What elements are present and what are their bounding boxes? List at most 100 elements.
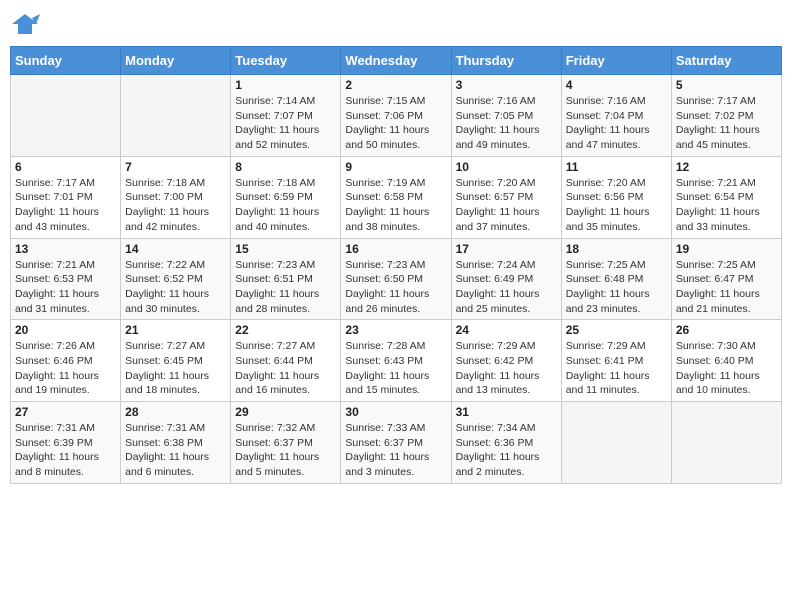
cell-day-number: 25: [566, 323, 667, 337]
cell-day-number: 20: [15, 323, 116, 337]
calendar-header-row: SundayMondayTuesdayWednesdayThursdayFrid…: [11, 47, 782, 75]
cell-info: Sunrise: 7:25 AMSunset: 6:48 PMDaylight:…: [566, 258, 667, 317]
cell-info: Sunrise: 7:18 AMSunset: 6:59 PMDaylight:…: [235, 176, 336, 235]
calendar-cell: 11 Sunrise: 7:20 AMSunset: 6:56 PMDayligh…: [561, 156, 671, 238]
calendar-week-2: 13 Sunrise: 7:21 AMSunset: 6:53 PMDayligh…: [11, 238, 782, 320]
calendar-cell: 29Sunrise: 7:32 AMSunset: 6:37 PMDayligh…: [231, 402, 341, 484]
calendar-cell: 10Sunrise: 7:20 AMSunset: 6:57 PMDayligh…: [451, 156, 561, 238]
cell-info: Sunrise: 7:31 AMSunset: 6:38 PMDaylight:…: [125, 421, 226, 480]
calendar-cell: 3 Sunrise: 7:16 AMSunset: 7:05 PMDaylight…: [451, 75, 561, 157]
cell-day-number: 19: [676, 242, 777, 256]
page-header: [10, 10, 782, 38]
cell-day-number: 17: [456, 242, 557, 256]
cell-info: Sunrise: 7:33 AMSunset: 6:37 PMDaylight:…: [345, 421, 446, 480]
calendar-cell: 13 Sunrise: 7:21 AMSunset: 6:53 PMDayligh…: [11, 238, 121, 320]
logo-icon: [10, 10, 40, 38]
cell-day-number: 26: [676, 323, 777, 337]
cell-info: Sunrise: 7:27 AMSunset: 6:44 PMDaylight:…: [235, 339, 336, 398]
calendar-cell: [11, 75, 121, 157]
calendar-cell: [121, 75, 231, 157]
calendar-cell: 14 Sunrise: 7:22 AMSunset: 6:52 PMDayligh…: [121, 238, 231, 320]
cell-info: Sunrise: 7:30 AMSunset: 6:40 PMDaylight:…: [676, 339, 777, 398]
calendar-cell: 24 Sunrise: 7:29 AMSunset: 6:42 PMDayligh…: [451, 320, 561, 402]
cell-info: Sunrise: 7:16 AMSunset: 7:04 PMDaylight:…: [566, 94, 667, 153]
calendar-cell: 31 Sunrise: 7:34 AMSunset: 6:36 PMDayligh…: [451, 402, 561, 484]
cell-day-number: 27: [15, 405, 116, 419]
calendar-cell: 4 Sunrise: 7:16 AMSunset: 7:04 PMDaylight…: [561, 75, 671, 157]
cell-day-number: 31: [456, 405, 557, 419]
header-day-tuesday: Tuesday: [231, 47, 341, 75]
calendar-cell: 26 Sunrise: 7:30 AMSunset: 6:40 PMDayligh…: [671, 320, 781, 402]
cell-day-number: 24: [456, 323, 557, 337]
calendar-table: SundayMondayTuesdayWednesdayThursdayFrid…: [10, 46, 782, 484]
cell-day-number: 14: [125, 242, 226, 256]
calendar-cell: 17 Sunrise: 7:24 AMSunset: 6:49 PMDayligh…: [451, 238, 561, 320]
calendar-cell: 1 Sunrise: 7:14 AMSunset: 7:07 PMDaylight…: [231, 75, 341, 157]
calendar-cell: 12Sunrise: 7:21 AMSunset: 6:54 PMDayligh…: [671, 156, 781, 238]
cell-day-number: 18: [566, 242, 667, 256]
calendar-cell: 7 Sunrise: 7:18 AMSunset: 7:00 PMDaylight…: [121, 156, 231, 238]
header-day-thursday: Thursday: [451, 47, 561, 75]
cell-day-number: 13: [15, 242, 116, 256]
header-day-friday: Friday: [561, 47, 671, 75]
cell-info: Sunrise: 7:20 AMSunset: 6:56 PMDaylight:…: [566, 176, 667, 235]
cell-info: Sunrise: 7:24 AMSunset: 6:49 PMDaylight:…: [456, 258, 557, 317]
calendar-cell: 2 Sunrise: 7:15 AMSunset: 7:06 PMDaylight…: [341, 75, 451, 157]
cell-day-number: 3: [456, 78, 557, 92]
cell-info: Sunrise: 7:22 AMSunset: 6:52 PMDaylight:…: [125, 258, 226, 317]
cell-info: Sunrise: 7:21 AMSunset: 6:53 PMDaylight:…: [15, 258, 116, 317]
calendar-week-1: 6 Sunrise: 7:17 AMSunset: 7:01 PMDaylight…: [11, 156, 782, 238]
calendar-cell: 28 Sunrise: 7:31 AMSunset: 6:38 PMDayligh…: [121, 402, 231, 484]
cell-day-number: 2: [345, 78, 446, 92]
cell-info: Sunrise: 7:15 AMSunset: 7:06 PMDaylight:…: [345, 94, 446, 153]
cell-info: Sunrise: 7:17 AMSunset: 7:02 PMDaylight:…: [676, 94, 777, 153]
cell-info: Sunrise: 7:23 AMSunset: 6:50 PMDaylight:…: [345, 258, 446, 317]
calendar-cell: [561, 402, 671, 484]
cell-day-number: 1: [235, 78, 336, 92]
cell-info: Sunrise: 7:29 AMSunset: 6:42 PMDaylight:…: [456, 339, 557, 398]
calendar-week-3: 20 Sunrise: 7:26 AMSunset: 6:46 PMDayligh…: [11, 320, 782, 402]
logo: [10, 10, 44, 38]
cell-info: Sunrise: 7:25 AMSunset: 6:47 PMDaylight:…: [676, 258, 777, 317]
calendar-cell: 8 Sunrise: 7:18 AMSunset: 6:59 PMDaylight…: [231, 156, 341, 238]
header-day-sunday: Sunday: [11, 47, 121, 75]
cell-info: Sunrise: 7:34 AMSunset: 6:36 PMDaylight:…: [456, 421, 557, 480]
calendar-cell: 9Sunrise: 7:19 AMSunset: 6:58 PMDaylight…: [341, 156, 451, 238]
calendar-cell: 21 Sunrise: 7:27 AMSunset: 6:45 PMDayligh…: [121, 320, 231, 402]
calendar-week-0: 1 Sunrise: 7:14 AMSunset: 7:07 PMDaylight…: [11, 75, 782, 157]
cell-info: Sunrise: 7:26 AMSunset: 6:46 PMDaylight:…: [15, 339, 116, 398]
cell-info: Sunrise: 7:31 AMSunset: 6:39 PMDaylight:…: [15, 421, 116, 480]
cell-info: Sunrise: 7:29 AMSunset: 6:41 PMDaylight:…: [566, 339, 667, 398]
calendar-cell: [671, 402, 781, 484]
cell-day-number: 22: [235, 323, 336, 337]
cell-info: Sunrise: 7:16 AMSunset: 7:05 PMDaylight:…: [456, 94, 557, 153]
cell-day-number: 7: [125, 160, 226, 174]
cell-day-number: 6: [15, 160, 116, 174]
calendar-cell: 25 Sunrise: 7:29 AMSunset: 6:41 PMDayligh…: [561, 320, 671, 402]
cell-day-number: 15: [235, 242, 336, 256]
cell-day-number: 5: [676, 78, 777, 92]
calendar-cell: 5 Sunrise: 7:17 AMSunset: 7:02 PMDaylight…: [671, 75, 781, 157]
cell-day-number: 8: [235, 160, 336, 174]
cell-info: Sunrise: 7:18 AMSunset: 7:00 PMDaylight:…: [125, 176, 226, 235]
calendar-cell: 19 Sunrise: 7:25 AMSunset: 6:47 PMDayligh…: [671, 238, 781, 320]
cell-day-number: 16: [345, 242, 446, 256]
calendar-cell: 27 Sunrise: 7:31 AMSunset: 6:39 PMDayligh…: [11, 402, 121, 484]
cell-day-number: 4: [566, 78, 667, 92]
calendar-cell: 6 Sunrise: 7:17 AMSunset: 7:01 PMDaylight…: [11, 156, 121, 238]
cell-day-number: 21: [125, 323, 226, 337]
cell-info: Sunrise: 7:32 AMSunset: 6:37 PMDaylight:…: [235, 421, 336, 480]
calendar-cell: 15Sunrise: 7:23 AMSunset: 6:51 PMDayligh…: [231, 238, 341, 320]
cell-day-number: 9: [345, 160, 446, 174]
cell-info: Sunrise: 7:27 AMSunset: 6:45 PMDaylight:…: [125, 339, 226, 398]
cell-info: Sunrise: 7:17 AMSunset: 7:01 PMDaylight:…: [15, 176, 116, 235]
cell-info: Sunrise: 7:14 AMSunset: 7:07 PMDaylight:…: [235, 94, 336, 153]
calendar-cell: 23Sunrise: 7:28 AMSunset: 6:43 PMDayligh…: [341, 320, 451, 402]
cell-day-number: 11: [566, 160, 667, 174]
cell-day-number: 28: [125, 405, 226, 419]
cell-day-number: 12: [676, 160, 777, 174]
header-day-saturday: Saturday: [671, 47, 781, 75]
calendar-week-4: 27 Sunrise: 7:31 AMSunset: 6:39 PMDayligh…: [11, 402, 782, 484]
calendar-cell: 18 Sunrise: 7:25 AMSunset: 6:48 PMDayligh…: [561, 238, 671, 320]
calendar-cell: 22 Sunrise: 7:27 AMSunset: 6:44 PMDayligh…: [231, 320, 341, 402]
